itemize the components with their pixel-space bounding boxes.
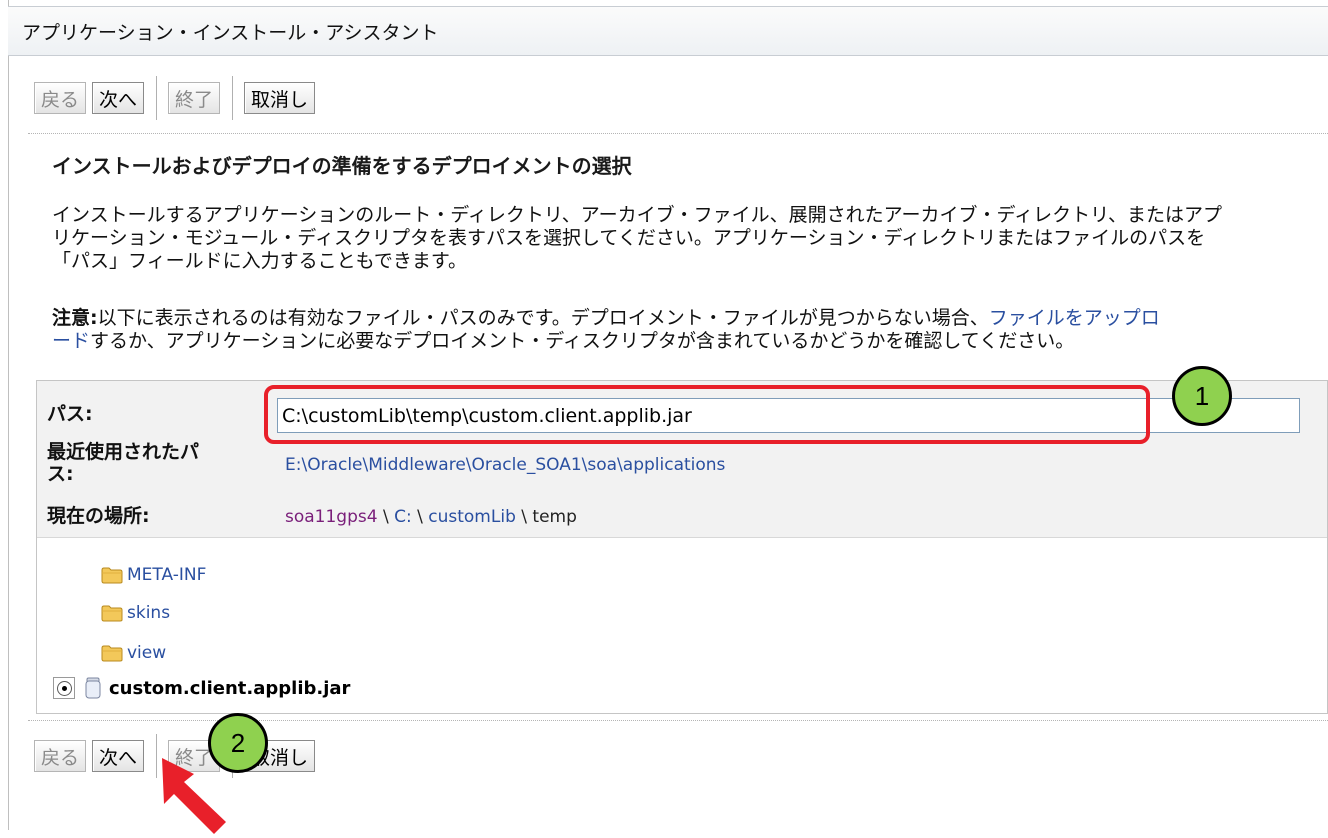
folder-icon [101,567,123,583]
radio-button[interactable] [53,677,75,699]
description-line: 「パス」フィールドに入力することもできます。 [52,250,467,272]
toolbar-separator [156,76,161,120]
note: 注意:以下に表示されるのは有効なファイル・パスのみです。デプロイメント・ファイル… [52,307,1312,353]
path-label: パス: [47,403,93,425]
breadcrumb-drive[interactable]: C: [394,507,412,527]
breadcrumb-dir[interactable]: customLib [428,507,516,527]
tree-item-label: custom.client.applib.jar [109,677,351,699]
tree-item-folder[interactable]: META-INF [101,565,206,585]
pointer-arrow-icon [162,758,226,834]
folder-icon [101,605,123,621]
toolbar-separator [232,76,237,120]
note-text: 以下に表示されるのは有効なファイル・パスのみです。デプロイメント・ファイルが見つ… [97,307,989,329]
tree-item-label[interactable]: view [127,643,166,663]
folder-icon [101,645,123,661]
upload-file-link[interactable]: ファイルをアップロ [989,307,1160,329]
description-line: リケーション・モジュール・ディスクリプタを表すパスを選択してください。アプリケー… [52,227,1206,249]
back-button[interactable]: 戻る [34,82,87,114]
tree-item-label[interactable]: META-INF [127,565,206,585]
location-breadcrumb: soa11gps4 \ C: \ customLib \ temp [285,507,577,527]
tree-item-label[interactable]: skins [127,603,170,623]
back-button[interactable]: 戻る [34,740,87,772]
window-title: アプリケーション・インストール・アシスタント [22,22,439,44]
tree-item-folder[interactable]: view [101,643,166,663]
title-bar: アプリケーション・インストール・アシスタント [8,6,1328,56]
note-label: 注意: [52,307,98,329]
recent-path-label: 最近使用されたパ ス: [47,441,200,485]
upload-file-link-cont[interactable]: ード [52,330,90,352]
description: インストールするアプリケーションのルート・ディレクトリ、アーカイブ・ファイル、展… [52,204,1312,273]
note-text: するか、アプリケーションに必要なデプロイメント・ディスクリプタが含まれているかど… [90,330,1075,352]
breadcrumb-host[interactable]: soa11gps4 [285,507,378,527]
next-button[interactable]: 次へ [92,82,145,114]
description-line: インストールするアプリケーションのルート・ディレクトリ、アーカイブ・ファイル、展… [52,204,1223,226]
page-heading: インストールおよびデプロイの準備をするデプロイメントの選択 [52,154,632,178]
top-toolbar: 戻る 次へ 終了 取消し [34,76,321,120]
path-highlight-box [264,385,1150,444]
callout-badge: 1 [1172,366,1232,426]
breadcrumb-current: temp [532,507,577,527]
tree-item-jar[interactable]: custom.client.applib.jar [53,677,350,699]
finish-button[interactable]: 終了 [168,82,221,114]
next-button[interactable]: 次へ [92,740,145,772]
tree-item-folder[interactable]: skins [101,603,170,623]
recent-path-link[interactable]: E:\Oracle\Middleware\Oracle_SOA1\soa\app… [285,455,725,475]
jar-icon [85,677,101,699]
divider [28,133,1328,134]
location-label: 現在の場所: [47,505,150,527]
cancel-button[interactable]: 取消し [244,82,316,114]
